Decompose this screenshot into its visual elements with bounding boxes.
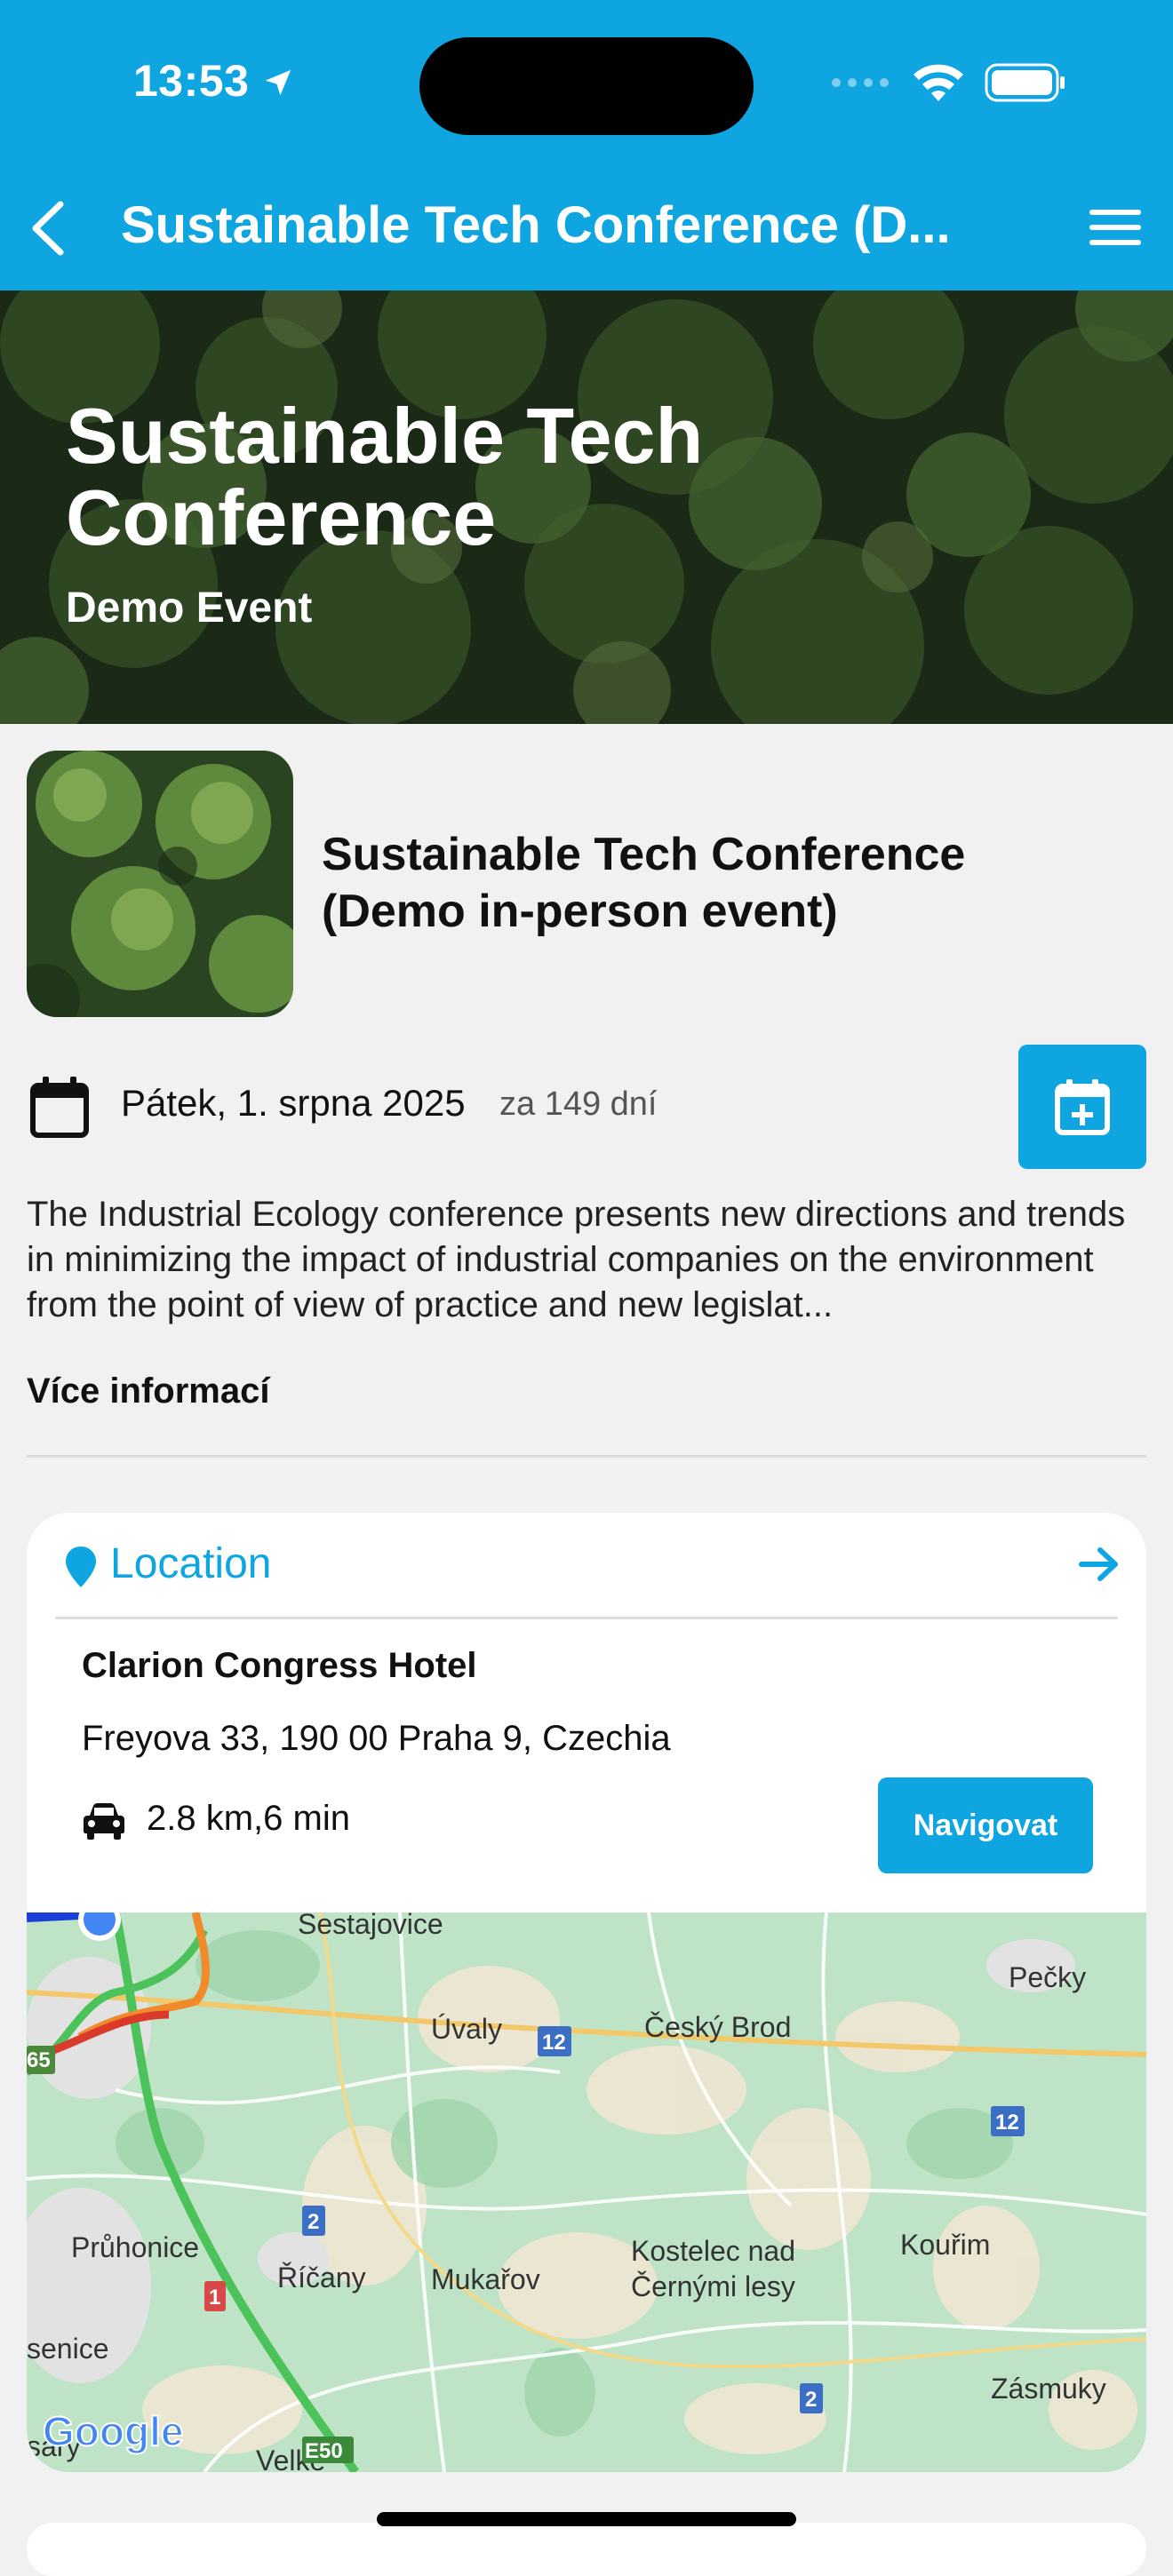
map-label-mukarov: Mukařov bbox=[431, 2263, 540, 2295]
card-divider bbox=[55, 1617, 1118, 1619]
status-time: 13:53 bbox=[133, 55, 295, 110]
event-name: Sustainable Tech Conference (Demo in-per… bbox=[322, 829, 966, 937]
cellular-signal-icon bbox=[832, 78, 889, 87]
google-attribution: Google bbox=[43, 2408, 183, 2454]
venue-name: Clarion Congress Hotel bbox=[82, 1646, 477, 1685]
add-to-calendar-button[interactable] bbox=[1018, 1045, 1146, 1169]
event-date: Pátek, 1. srpna 2025 bbox=[121, 1082, 466, 1124]
road-badge-65: 65 bbox=[27, 2048, 51, 2072]
navigate-button[interactable]: Navigovat bbox=[878, 1777, 1093, 1873]
road-badge-1: 1 bbox=[209, 2286, 220, 2310]
arrow-right-icon bbox=[1079, 1547, 1118, 1581]
next-card bbox=[27, 2523, 1146, 2576]
road-badge-e50: E50 bbox=[305, 2439, 343, 2463]
calendar-add-icon bbox=[1055, 1079, 1110, 1135]
event-description: The Industrial Ecology conference presen… bbox=[27, 1195, 1126, 1324]
car-icon bbox=[82, 1801, 126, 1845]
wifi-icon bbox=[914, 64, 963, 101]
map-pin-icon bbox=[64, 1545, 98, 1594]
travel-distance: 2.8 km,6 min bbox=[147, 1799, 350, 1838]
hero-subtitle: Demo Event bbox=[66, 584, 313, 632]
map-label-senice: senice bbox=[27, 2333, 109, 2365]
chevron-left-icon bbox=[32, 201, 64, 256]
map-label-ricany: Říčany bbox=[277, 2262, 366, 2294]
map-label-zasmuky: Zásmuky bbox=[991, 2373, 1106, 2405]
section-divider bbox=[27, 1455, 1146, 1458]
more-info-link[interactable]: Více informací bbox=[27, 1371, 269, 1411]
app-header: 13:53 Sustainable Tech Conference (D... bbox=[0, 0, 1173, 290]
location-arrow-icon bbox=[261, 59, 295, 110]
map-label-kostelec-2: Černými lesy bbox=[631, 2270, 795, 2302]
map-label-kourim: Kouřim bbox=[900, 2229, 990, 2261]
map-label-pruhonice: Průhonice bbox=[71, 2231, 199, 2263]
page-title: Sustainable Tech Conference (D... bbox=[121, 196, 951, 254]
map-label-sestajovice: Sestajovice bbox=[298, 1912, 443, 1940]
location-title: Location bbox=[110, 1540, 272, 1587]
location-card: Location Clarion Congress Hotel Freyova … bbox=[27, 1513, 1146, 2472]
map-label-cesky-brod: Český Brod bbox=[644, 2011, 791, 2043]
map-label-uvaly: Úvaly bbox=[431, 2013, 502, 2045]
road-badge-2b: 2 bbox=[805, 2388, 817, 2412]
menu-button[interactable] bbox=[1088, 206, 1143, 249]
dynamic-island bbox=[419, 37, 754, 135]
battery-icon bbox=[985, 63, 1065, 102]
back-button[interactable] bbox=[25, 197, 69, 259]
map-label-kostelec-1: Kostelec nad bbox=[631, 2235, 795, 2267]
hamburger-menu-icon bbox=[1089, 210, 1141, 245]
location-map[interactable]: Sestajovice Pečky Úvaly Český Brod Průho… bbox=[27, 1898, 1146, 2472]
status-indicators bbox=[830, 62, 1066, 103]
road-badge-12a: 12 bbox=[542, 2031, 566, 2055]
road-badge-2a: 2 bbox=[307, 2210, 319, 2234]
venue-address: Freyova 33, 190 00 Praha 9, Czechia bbox=[82, 1719, 671, 1758]
event-countdown: za 149 dní bbox=[499, 1085, 658, 1123]
event-thumbnail bbox=[27, 751, 293, 1017]
hero-title: Sustainable Tech Conference bbox=[66, 392, 704, 561]
location-details-button[interactable] bbox=[1079, 1546, 1120, 1586]
home-indicator[interactable] bbox=[377, 2512, 796, 2526]
hero-banner: Sustainable Tech Conference Demo Event bbox=[0, 290, 1173, 724]
hero-text: Sustainable Tech Conference Demo Event bbox=[66, 395, 866, 632]
road-badge-12b: 12 bbox=[995, 2111, 1019, 2135]
map-label-pecky: Pečky bbox=[1009, 1961, 1086, 1993]
calendar-icon bbox=[28, 1075, 91, 1145]
